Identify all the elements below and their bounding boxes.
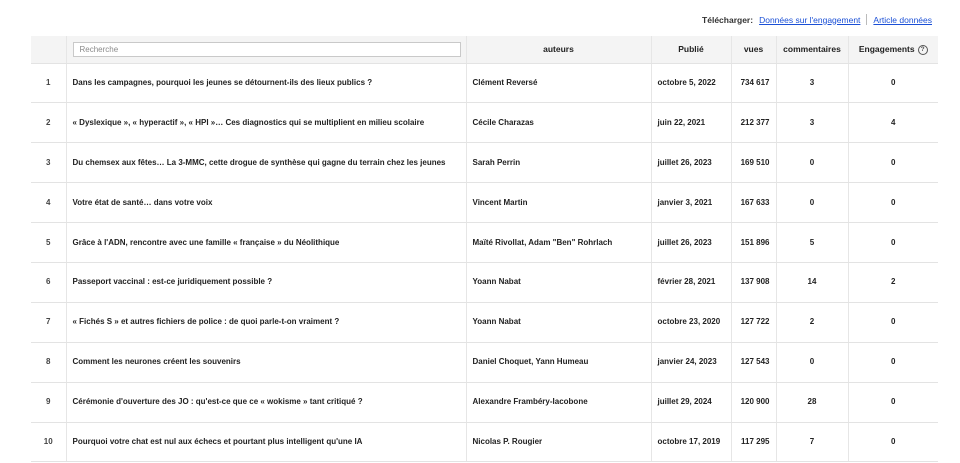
row-index: 10 [31, 422, 67, 463]
article-title-link[interactable]: Dans les campagnes, pourquoi les jeunes … [66, 63, 467, 104]
article-comments: 14 [776, 262, 849, 303]
table-row[interactable]: 2 « Dyslexique », « hyperactif », « HPI »… [31, 102, 938, 144]
article-comments: 3 [776, 102, 849, 144]
download-label: Télécharger: [702, 14, 754, 25]
article-title-link[interactable]: « Dyslexique », « hyperactif », « HPI »…… [66, 102, 467, 144]
article-authors: Cécile Charazas [466, 102, 652, 144]
search-input[interactable] [72, 41, 461, 57]
article-data-link[interactable]: Article données [873, 15, 932, 25]
article-engagements: 0 [848, 382, 938, 423]
table-row[interactable]: 7 « Fichés S » et autres fichiers de poli… [31, 302, 938, 343]
article-engagements: 0 [848, 342, 938, 383]
article-views: 127 543 [731, 342, 777, 383]
article-title-link[interactable]: Comment les neurones créent les souvenir… [66, 342, 467, 383]
articles-table: auteurs Publié vues commentaires Engagem… [31, 36, 938, 463]
article-engagements: 0 [848, 302, 938, 343]
article-engagements: 0 [848, 182, 938, 224]
row-index: 7 [31, 302, 67, 343]
row-index: 8 [31, 342, 67, 383]
row-index: 3 [31, 142, 67, 184]
article-comments: 2 [776, 302, 849, 343]
article-title-link[interactable]: Votre état de santé… dans votre voix [66, 182, 467, 224]
download-links: Télécharger: Données sur l'engagement Ar… [702, 14, 932, 25]
title-header [66, 36, 467, 64]
comments-header[interactable]: commentaires [776, 36, 849, 64]
article-authors: Vincent Martin [466, 182, 652, 224]
article-views: 734 617 [731, 63, 777, 104]
article-comments: 3 [776, 63, 849, 104]
table-row[interactable]: 10 Pourquoi votre chat est nul aux échecs… [31, 422, 938, 463]
article-date: juillet 29, 2024 [651, 382, 732, 423]
article-authors: Yoann Nabat [466, 262, 652, 303]
download-bar: Télécharger: Données sur l'engagement Ar… [0, 0, 960, 36]
authors-header[interactable]: auteurs [466, 36, 652, 64]
article-authors: Maïté Rivollat, Adam "Ben" Rohrlach [466, 222, 652, 263]
table-row[interactable]: 9 Cérémonie d'ouverture des JO : qu'est-c… [31, 382, 938, 423]
article-title-link[interactable]: Passeport vaccinal : est-ce juridiquemen… [66, 262, 467, 303]
article-engagements: 0 [848, 422, 938, 463]
row-index: 2 [31, 102, 67, 144]
row-index: 5 [31, 222, 67, 263]
article-date: janvier 3, 2021 [651, 182, 732, 224]
table-header-row: auteurs Publié vues commentaires Engagem… [31, 36, 938, 64]
article-engagements: 0 [848, 142, 938, 184]
article-engagements: 2 [848, 262, 938, 303]
article-views: 127 722 [731, 302, 777, 343]
published-header[interactable]: Publié [651, 36, 732, 64]
article-date: juin 22, 2021 [651, 102, 732, 144]
article-engagements: 4 [848, 102, 938, 144]
article-date: octobre 5, 2022 [651, 63, 732, 104]
table-row[interactable]: 3 Du chemsex aux fêtes… La 3-MMC, cette d… [31, 142, 938, 184]
engagements-header[interactable]: Engagements? [848, 36, 938, 64]
table-row[interactable]: 4 Votre état de santé… dans votre voix Vin… [31, 182, 938, 224]
article-authors: Clément Reversé [466, 63, 652, 104]
article-date: octobre 23, 2020 [651, 302, 732, 343]
article-authors: Sarah Perrin [466, 142, 652, 184]
article-authors: Daniel Choquet, Yann Humeau [466, 342, 652, 383]
article-authors: Yoann Nabat [466, 302, 652, 343]
article-comments: 5 [776, 222, 849, 263]
article-title-link[interactable]: Pourquoi votre chat est nul aux échecs e… [66, 422, 467, 463]
article-views: 120 900 [731, 382, 777, 423]
article-views: 137 908 [731, 262, 777, 303]
table-row[interactable]: 5 Grâce à l'ADN, rencontre avec une famil… [31, 222, 938, 263]
engagements-header-label: Engagements [858, 43, 915, 54]
article-title-link[interactable]: Grâce à l'ADN, rencontre avec une famill… [66, 222, 467, 263]
article-authors: Nicolas P. Rougier [466, 422, 652, 463]
article-date: janvier 24, 2023 [651, 342, 732, 383]
article-views: 169 510 [731, 142, 777, 184]
row-index: 1 [31, 63, 67, 104]
article-views: 151 896 [731, 222, 777, 263]
article-comments: 7 [776, 422, 849, 463]
article-comments: 0 [776, 142, 849, 184]
row-index: 9 [31, 382, 67, 423]
article-date: octobre 17, 2019 [651, 422, 732, 463]
article-date: février 28, 2021 [651, 262, 732, 303]
index-header [31, 36, 67, 64]
article-engagements: 0 [848, 63, 938, 104]
article-comments: 28 [776, 382, 849, 423]
article-views: 212 377 [731, 102, 777, 144]
article-title-link[interactable]: Cérémonie d'ouverture des JO : qu'est-ce… [66, 382, 467, 423]
article-views: 117 295 [731, 422, 777, 463]
table-row[interactable]: 1 Dans les campagnes, pourquoi les jeunes… [31, 63, 938, 104]
engagement-data-link[interactable]: Données sur l'engagement [759, 15, 860, 25]
help-icon[interactable]: ? [917, 44, 928, 55]
table-row[interactable]: 6 Passeport vaccinal : est-ce juridiqueme… [31, 262, 938, 303]
article-views: 167 633 [731, 182, 777, 224]
views-header[interactable]: vues [731, 36, 777, 64]
article-comments: 0 [776, 342, 849, 383]
article-date: juillet 26, 2023 [651, 142, 732, 184]
article-date: juillet 26, 2023 [651, 222, 732, 263]
row-index: 4 [31, 182, 67, 224]
row-index: 6 [31, 262, 67, 303]
article-engagements: 0 [848, 222, 938, 263]
article-title-link[interactable]: « Fichés S » et autres fichiers de polic… [66, 302, 467, 343]
article-comments: 0 [776, 182, 849, 224]
link-divider [866, 14, 868, 25]
article-title-link[interactable]: Du chemsex aux fêtes… La 3-MMC, cette dr… [66, 142, 467, 184]
table-row[interactable]: 8 Comment les neurones créent les souveni… [31, 342, 938, 383]
article-authors: Alexandre Frambéry-Iacobone [466, 382, 652, 423]
